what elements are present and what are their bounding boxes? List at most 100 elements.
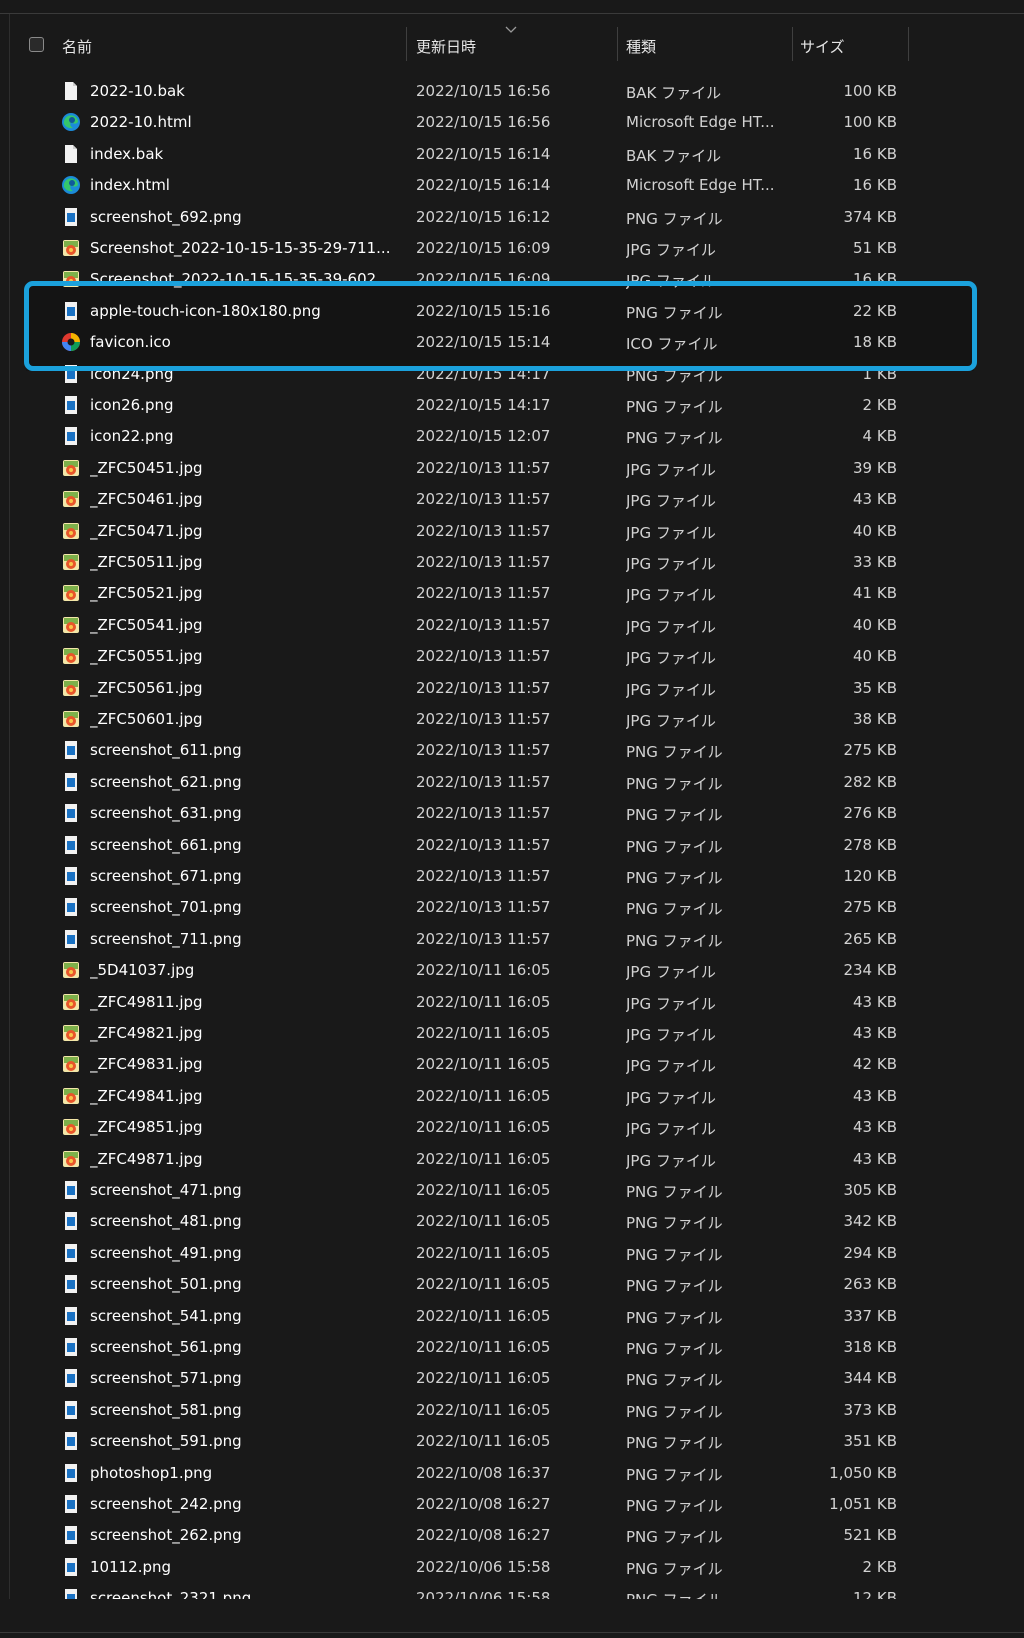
file-name[interactable]: 2022-10.html [90, 113, 192, 131]
column-header-name[interactable]: 名前 [62, 36, 92, 57]
file-row[interactable]: _ZFC50461.jpg 2022/10/13 11:57 JPG ファイル 43 … [10, 484, 910, 514]
select-all-checkbox[interactable] [29, 37, 44, 52]
file-name[interactable]: icon26.png [90, 396, 174, 414]
file-name[interactable]: screenshot_501.png [90, 1275, 242, 1293]
file-row[interactable]: _ZFC49841.jpg 2022/10/11 16:05 JPG ファイル 43 … [10, 1081, 910, 1111]
file-row[interactable]: icon22.png 2022/10/15 12:07 PNG ファイル 4 KB [10, 421, 910, 451]
file-name[interactable]: _ZFC50551.jpg [90, 647, 203, 665]
file-name[interactable]: screenshot_262.png [90, 1526, 242, 1544]
column-header-date[interactable]: 更新日時 [416, 36, 476, 57]
file-row[interactable]: screenshot_692.png 2022/10/15 16:12 PNG ファ… [10, 202, 910, 232]
file-name[interactable]: screenshot_701.png [90, 898, 242, 916]
file-name[interactable]: screenshot_711.png [90, 930, 242, 948]
file-name[interactable]: _ZFC49871.jpg [90, 1150, 203, 1168]
file-name[interactable]: screenshot_692.png [90, 208, 242, 226]
file-row[interactable]: Screenshot_2022-10-15-15-35-29-711... 202… [10, 233, 910, 263]
file-name[interactable]: screenshot_471.png [90, 1181, 242, 1199]
file-row[interactable]: screenshot_541.png 2022/10/11 16:05 PNG ファ… [10, 1301, 910, 1331]
file-name[interactable]: screenshot_661.png [90, 836, 242, 854]
file-row[interactable]: _ZFC50511.jpg 2022/10/13 11:57 JPG ファイル 33 … [10, 547, 910, 577]
file-row[interactable]: screenshot_501.png 2022/10/11 16:05 PNG ファ… [10, 1269, 910, 1299]
file-row[interactable]: screenshot_591.png 2022/10/11 16:05 PNG ファ… [10, 1426, 910, 1456]
file-name[interactable]: _ZFC50601.jpg [90, 710, 203, 728]
file-name[interactable]: screenshot_2321.png [90, 1589, 251, 1599]
file-row[interactable]: screenshot_631.png 2022/10/13 11:57 PNG ファ… [10, 798, 910, 828]
file-name[interactable]: screenshot_242.png [90, 1495, 242, 1513]
file-name[interactable]: screenshot_631.png [90, 804, 242, 822]
file-row[interactable]: screenshot_671.png 2022/10/13 11:57 PNG ファ… [10, 861, 910, 891]
file-name[interactable]: screenshot_561.png [90, 1338, 242, 1356]
column-divider[interactable] [792, 27, 793, 61]
file-name[interactable]: screenshot_621.png [90, 773, 242, 791]
file-name[interactable]: _ZFC50471.jpg [90, 522, 203, 540]
file-row[interactable]: _ZFC50551.jpg 2022/10/13 11:57 JPG ファイル 40 … [10, 641, 910, 671]
column-header-type[interactable]: 種類 [626, 36, 656, 57]
file-row[interactable]: screenshot_242.png 2022/10/08 16:27 PNG ファ… [10, 1489, 910, 1519]
file-name[interactable]: screenshot_591.png [90, 1432, 242, 1450]
file-row[interactable]: _ZFC49851.jpg 2022/10/11 16:05 JPG ファイル 43 … [10, 1112, 910, 1142]
file-name[interactable]: Screenshot_2022-10-15-15-35-39-602... [90, 270, 390, 288]
file-name[interactable]: _ZFC50541.jpg [90, 616, 203, 634]
file-name[interactable]: index.html [90, 176, 170, 194]
file-name[interactable]: _5D41037.jpg [90, 961, 194, 979]
file-name[interactable]: _ZFC49851.jpg [90, 1118, 203, 1136]
file-row[interactable]: 2022-10.html 2022/10/15 16:56 Microsoft Ed… [10, 107, 910, 137]
file-row[interactable]: _ZFC50541.jpg 2022/10/13 11:57 JPG ファイル 40 … [10, 610, 910, 640]
file-row[interactable]: index.html 2022/10/15 16:14 Microsoft Edge… [10, 170, 910, 200]
file-name[interactable]: _ZFC50451.jpg [90, 459, 203, 477]
file-name[interactable]: _ZFC49841.jpg [90, 1087, 203, 1105]
file-name[interactable]: screenshot_611.png [90, 741, 242, 759]
file-row[interactable]: screenshot_262.png 2022/10/08 16:27 PNG ファ… [10, 1520, 910, 1550]
file-row[interactable]: screenshot_481.png 2022/10/11 16:05 PNG ファ… [10, 1206, 910, 1236]
file-name[interactable]: screenshot_571.png [90, 1369, 242, 1387]
file-row[interactable]: index.bak 2022/10/15 16:14 BAK ファイル 16 KB [10, 139, 910, 169]
file-row[interactable]: screenshot_491.png 2022/10/11 16:05 PNG ファ… [10, 1238, 910, 1268]
file-row[interactable]: screenshot_581.png 2022/10/11 16:05 PNG ファ… [10, 1395, 910, 1425]
file-name[interactable]: index.bak [90, 145, 163, 163]
file-name[interactable]: _ZFC50511.jpg [90, 553, 203, 571]
file-name[interactable]: screenshot_581.png [90, 1401, 242, 1419]
file-name[interactable]: favicon.ico [90, 333, 171, 351]
file-name[interactable]: _ZFC49811.jpg [90, 993, 203, 1011]
file-name[interactable]: screenshot_481.png [90, 1212, 242, 1230]
file-row[interactable]: screenshot_571.png 2022/10/11 16:05 PNG ファ… [10, 1363, 910, 1393]
file-row[interactable]: _ZFC50471.jpg 2022/10/13 11:57 JPG ファイル 40 … [10, 516, 910, 546]
file-row[interactable]: _ZFC49811.jpg 2022/10/11 16:05 JPG ファイル 43 … [10, 987, 910, 1017]
file-row[interactable]: screenshot_471.png 2022/10/11 16:05 PNG ファ… [10, 1175, 910, 1205]
file-name[interactable]: icon22.png [90, 427, 174, 445]
file-row[interactable]: _ZFC50521.jpg 2022/10/13 11:57 JPG ファイル 41 … [10, 578, 910, 608]
file-name[interactable]: photoshop1.png [90, 1464, 212, 1482]
file-row[interactable]: screenshot_661.png 2022/10/13 11:57 PNG ファ… [10, 830, 910, 860]
file-row[interactable]: icon24.png 2022/10/15 14:17 PNG ファイル 1 KB [10, 359, 910, 389]
file-row[interactable]: 2022-10.bak 2022/10/15 16:56 BAK ファイル 100 K… [10, 76, 910, 106]
column-header-size[interactable]: サイズ [800, 36, 845, 57]
file-row[interactable]: apple-touch-icon-180x180.png 2022/10/15 1… [10, 296, 910, 326]
file-row[interactable]: photoshop1.png 2022/10/08 16:37 PNG ファイル 1,… [10, 1458, 910, 1488]
file-row[interactable]: screenshot_561.png 2022/10/11 16:05 PNG ファ… [10, 1332, 910, 1362]
file-row[interactable]: favicon.ico 2022/10/15 15:14 ICO ファイル 18 KB [10, 327, 910, 357]
file-name[interactable]: _ZFC50461.jpg [90, 490, 203, 508]
file-row[interactable]: _ZFC49821.jpg 2022/10/11 16:05 JPG ファイル 43 … [10, 1018, 910, 1048]
file-name[interactable]: icon24.png [90, 365, 174, 383]
sort-descending-icon[interactable] [505, 26, 517, 34]
file-name[interactable]: 2022-10.bak [90, 82, 185, 100]
file-row[interactable]: _ZFC49831.jpg 2022/10/11 16:05 JPG ファイル 42 … [10, 1049, 910, 1079]
file-name[interactable]: Screenshot_2022-10-15-15-35-29-711... [90, 239, 390, 257]
file-row[interactable]: screenshot_701.png 2022/10/13 11:57 PNG ファ… [10, 892, 910, 922]
file-row[interactable]: _5D41037.jpg 2022/10/11 16:05 JPG ファイル 234 … [10, 955, 910, 985]
file-row[interactable]: icon26.png 2022/10/15 14:17 PNG ファイル 2 KB [10, 390, 910, 420]
file-name[interactable]: _ZFC49821.jpg [90, 1024, 203, 1042]
column-divider[interactable] [617, 27, 618, 61]
column-divider[interactable] [406, 27, 407, 61]
file-name[interactable]: _ZFC50561.jpg [90, 679, 203, 697]
file-row[interactable]: 10112.png 2022/10/06 15:58 PNG ファイル 2 KB [10, 1552, 910, 1582]
file-row[interactable]: _ZFC49871.jpg 2022/10/11 16:05 JPG ファイル 43 … [10, 1144, 910, 1174]
column-divider[interactable] [908, 27, 909, 61]
file-row[interactable]: screenshot_621.png 2022/10/13 11:57 PNG ファ… [10, 767, 910, 797]
file-name[interactable]: apple-touch-icon-180x180.png [90, 302, 321, 320]
file-name[interactable]: _ZFC49831.jpg [90, 1055, 203, 1073]
file-row[interactable]: _ZFC50601.jpg 2022/10/13 11:57 JPG ファイル 38 … [10, 704, 910, 734]
file-row[interactable]: _ZFC50451.jpg 2022/10/13 11:57 JPG ファイル 39 … [10, 453, 910, 483]
file-row[interactable]: screenshot_711.png 2022/10/13 11:57 PNG ファ… [10, 924, 910, 954]
file-name[interactable]: 10112.png [90, 1558, 171, 1576]
